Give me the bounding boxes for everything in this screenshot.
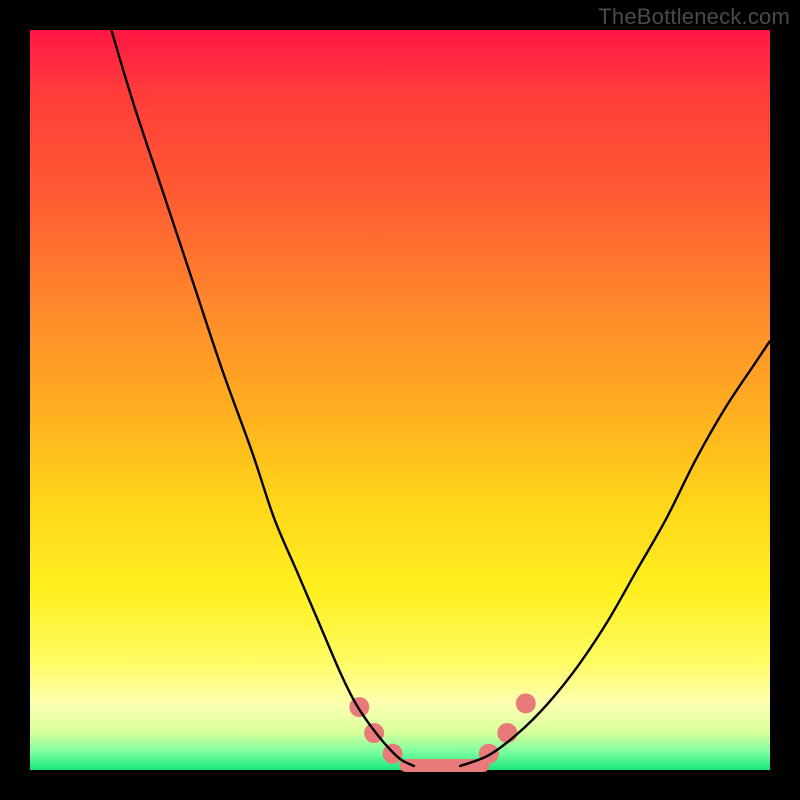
- marker-dot: [516, 693, 536, 713]
- right-curve: [459, 341, 770, 767]
- left-curve: [111, 30, 414, 766]
- marker-dot: [497, 723, 517, 743]
- curves-svg: [30, 30, 770, 770]
- watermark-text: TheBottleneck.com: [598, 4, 790, 30]
- plot-area: [30, 30, 770, 770]
- marker-dot: [479, 744, 499, 764]
- chart-frame: TheBottleneck.com: [0, 0, 800, 800]
- marker-dot: [349, 697, 369, 717]
